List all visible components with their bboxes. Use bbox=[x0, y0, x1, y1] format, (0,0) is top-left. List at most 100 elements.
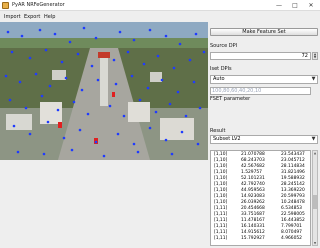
feature-point bbox=[12, 124, 16, 128]
menu-export[interactable]: Export bbox=[24, 14, 40, 20]
feature-point bbox=[164, 34, 168, 38]
feature-point bbox=[8, 98, 12, 102]
menu-import[interactable]: Import bbox=[4, 14, 21, 20]
fset-parameter-value: Subset LV2 bbox=[213, 136, 241, 142]
result-cell: 15.792927 bbox=[241, 236, 265, 241]
feature-point bbox=[114, 82, 118, 86]
feature-point bbox=[40, 94, 44, 98]
sky bbox=[0, 22, 208, 40]
feature-point bbox=[198, 106, 202, 110]
source-dpi-input[interactable]: 72 bbox=[210, 52, 311, 60]
close-button[interactable]: ✕ bbox=[304, 0, 318, 11]
feature-point bbox=[64, 76, 68, 80]
result-scrollbar[interactable]: ▲ ▼ bbox=[312, 150, 318, 246]
feature-point bbox=[4, 74, 8, 78]
feature-point bbox=[164, 138, 168, 142]
feature-point bbox=[38, 28, 42, 32]
feature-point bbox=[196, 142, 200, 146]
feature-point bbox=[112, 58, 116, 62]
feature-point bbox=[76, 52, 80, 56]
chevron-down-icon[interactable]: ▼ bbox=[310, 76, 317, 83]
iset-dpi-value: Auto bbox=[213, 76, 225, 82]
feature-point bbox=[46, 120, 50, 124]
feature-point bbox=[126, 50, 130, 54]
title-bar: PyAR NRFeGenerator — □ ✕ bbox=[0, 0, 320, 11]
feature-point bbox=[138, 98, 142, 102]
menu-bar: Import Export Help bbox=[0, 12, 320, 22]
feature-point bbox=[90, 64, 94, 68]
feature-point bbox=[68, 40, 72, 44]
feature-point bbox=[102, 154, 106, 158]
feature-point bbox=[108, 104, 112, 108]
dpi-list-field[interactable]: 100,80,60,40,20,10 bbox=[210, 87, 311, 95]
feature-point bbox=[28, 56, 32, 60]
feature-point bbox=[53, 32, 57, 36]
feature-point bbox=[192, 80, 196, 84]
maximize-button[interactable]: □ bbox=[288, 0, 302, 11]
scroll-thumb[interactable] bbox=[313, 195, 317, 209]
feature-point bbox=[34, 72, 38, 76]
scroll-up-icon[interactable]: ▲ bbox=[313, 151, 317, 155]
feature-point bbox=[176, 90, 180, 94]
feature-point bbox=[78, 128, 82, 132]
feature-point bbox=[132, 142, 136, 146]
building-mid-left bbox=[40, 102, 62, 124]
feature-point bbox=[16, 150, 20, 154]
feature-point bbox=[142, 62, 146, 66]
feature-point bbox=[130, 74, 134, 78]
feature-point bbox=[168, 102, 172, 106]
feature-point bbox=[60, 60, 64, 64]
app-window: PyAR NRFeGenerator — □ ✕ Import Export H… bbox=[0, 0, 320, 248]
window-title: PyAR NRFeGenerator bbox=[12, 2, 65, 8]
scroll-down-icon[interactable]: ▼ bbox=[313, 241, 317, 245]
red-marker bbox=[112, 92, 115, 97]
feature-point bbox=[116, 132, 120, 136]
feature-point bbox=[154, 110, 158, 114]
fset-parameter-select[interactable]: Subset LV2 ▼ bbox=[210, 135, 318, 144]
feature-point bbox=[72, 100, 76, 104]
feature-point bbox=[62, 136, 66, 140]
iset-dpi-select[interactable]: Auto ▼ bbox=[210, 75, 318, 84]
building-far-left bbox=[52, 70, 66, 80]
feature-point bbox=[156, 54, 160, 58]
feature-point bbox=[136, 150, 140, 154]
feature-point bbox=[146, 86, 150, 90]
fset-parameter-label: FSET parameter bbox=[210, 96, 251, 102]
building-far-right bbox=[150, 72, 162, 82]
feature-point bbox=[132, 38, 136, 42]
feature-point bbox=[18, 80, 22, 84]
feature-point bbox=[188, 58, 192, 62]
feature-point bbox=[24, 106, 28, 110]
make-feature-set-button[interactable]: Make Feature Set bbox=[210, 28, 318, 36]
result-list[interactable]: [1,10] 21.070788 23.543437 [1,10] 68.243703 2… bbox=[210, 150, 311, 246]
feature-point bbox=[42, 152, 46, 156]
feature-point bbox=[6, 30, 10, 34]
canvas-scene bbox=[0, 22, 208, 160]
canvas-empty-area bbox=[0, 160, 208, 248]
feature-point bbox=[160, 78, 164, 82]
feature-point bbox=[118, 30, 122, 34]
minimize-button[interactable]: — bbox=[272, 0, 286, 11]
feature-point bbox=[194, 32, 198, 36]
feature-point bbox=[56, 108, 60, 112]
feature-point bbox=[44, 48, 48, 52]
red-marker bbox=[58, 122, 62, 128]
source-dpi-stepper[interactable]: ▲ ▼ bbox=[312, 52, 318, 60]
feature-point bbox=[86, 112, 90, 116]
image-canvas[interactable] bbox=[0, 22, 208, 160]
feature-point bbox=[82, 26, 86, 30]
feature-point bbox=[28, 132, 32, 136]
result-cell: [1,11] bbox=[214, 236, 228, 241]
building-mid-right bbox=[128, 102, 150, 122]
feature-point bbox=[48, 84, 52, 88]
menu-help[interactable]: Help bbox=[44, 14, 55, 20]
stepper-down-icon[interactable]: ▼ bbox=[313, 56, 317, 59]
feature-point bbox=[94, 36, 98, 40]
feature-point bbox=[202, 50, 206, 54]
chevron-down-icon[interactable]: ▼ bbox=[310, 136, 317, 143]
iset-dpi-label: Iset DPIs bbox=[210, 66, 232, 72]
feature-point bbox=[80, 88, 84, 92]
list-item[interactable]: [1,11] 15.792927 4.966052 bbox=[211, 236, 310, 242]
launch-tower bbox=[100, 56, 108, 106]
feature-point bbox=[122, 114, 126, 118]
